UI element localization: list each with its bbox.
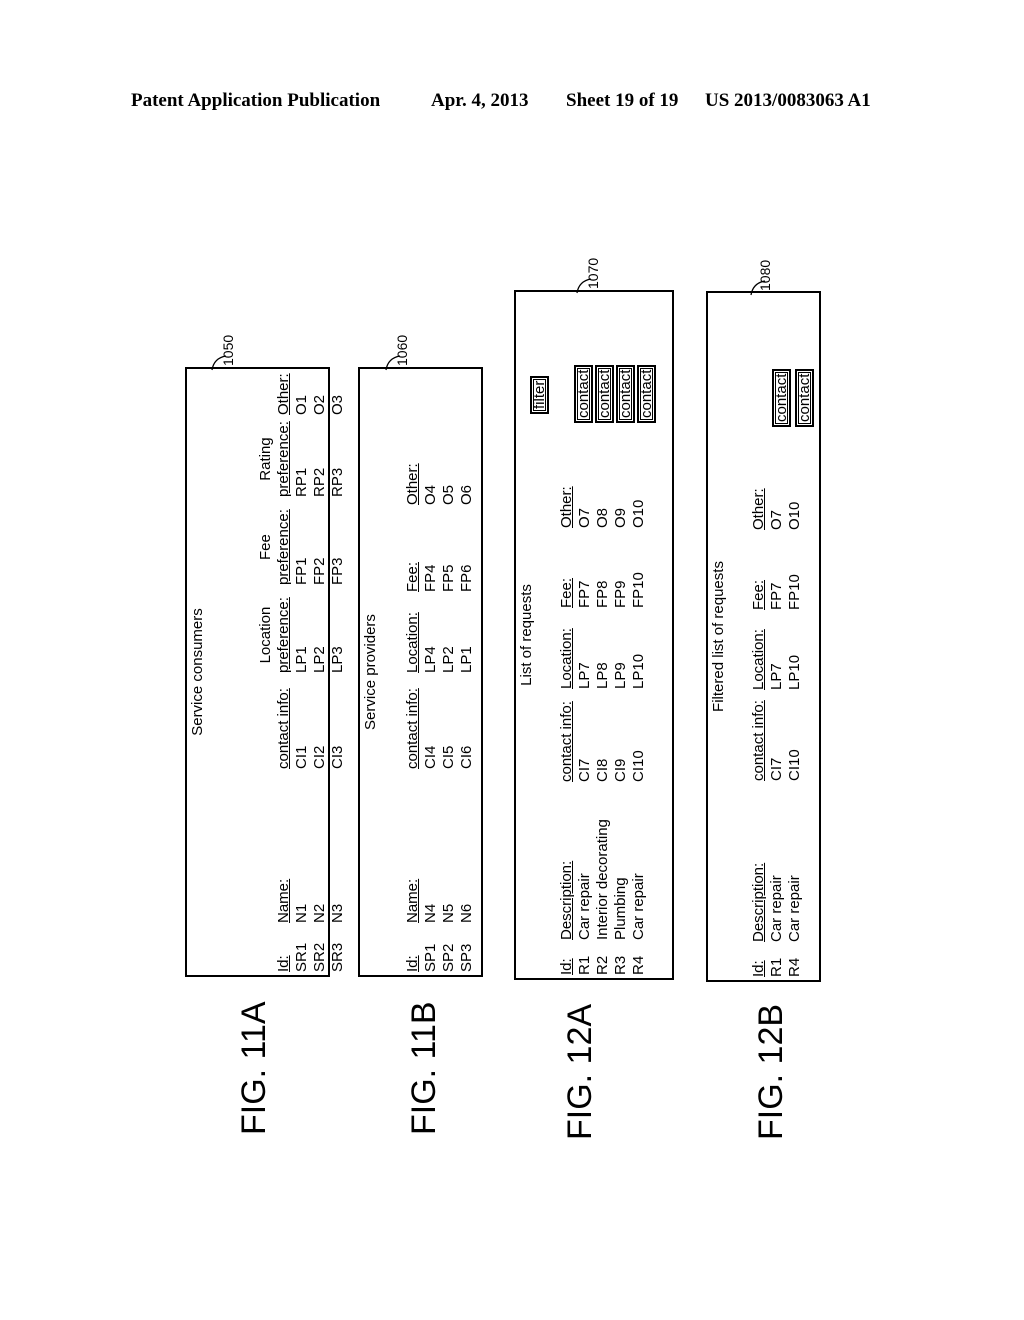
panel-title: Service consumers bbox=[189, 608, 206, 736]
contact-button[interactable]: contact bbox=[574, 364, 593, 423]
reference-numeral-1070: 1070 bbox=[585, 257, 601, 289]
column-location: Location: LP7 LP8 LP9 LP10 bbox=[558, 628, 647, 689]
contact-button[interactable]: contact bbox=[795, 368, 814, 427]
reference-numeral-1050: 1050 bbox=[220, 334, 236, 366]
contact-button[interactable]: contact bbox=[595, 364, 614, 423]
column-other: Other: O1 O2 O3 bbox=[275, 373, 346, 415]
contact-button[interactable]: contact bbox=[616, 364, 635, 423]
column-name: Name: N1 N2 N3 bbox=[275, 878, 346, 923]
column-fee: Fee: FP7 FP10 bbox=[750, 574, 803, 610]
list-of-requests-panel: List of requests Id: R1 R2 R3 R4 Descrip… bbox=[514, 290, 674, 980]
column-other: Other: O4 O5 O6 bbox=[404, 463, 475, 505]
column-contact-info: contact info: CI7 CI10 bbox=[750, 700, 803, 781]
column-other: Other: O7 O10 bbox=[750, 488, 803, 530]
column-location-preference: Location preference: LP1 LP2 LP3 bbox=[257, 597, 346, 673]
column-id: Id: SR1 SR2 SR3 bbox=[275, 942, 346, 972]
column-description: Description: Car repair Car repair bbox=[750, 862, 803, 942]
column-location: Location: LP4 LP2 LP1 bbox=[404, 612, 475, 673]
panel-title: Service providers bbox=[362, 614, 379, 730]
column-description: Description: Car repair Interior decorat… bbox=[558, 819, 647, 940]
service-consumers-panel: Service consumers Id: SR1 SR2 SR3 Name: … bbox=[185, 367, 346, 977]
column-id: Id: R1 R4 bbox=[750, 957, 803, 977]
column-other: Other: O7 O8 O9 O10 bbox=[558, 486, 647, 528]
contact-button[interactable]: contact bbox=[772, 368, 791, 427]
column-fee: Fee: FP4 FP5 FP6 bbox=[404, 561, 475, 592]
publication-date: Apr. 4, 2013 bbox=[431, 90, 529, 111]
sheet-number: Sheet 19 of 19 bbox=[566, 90, 679, 111]
panel-title: Filtered list of requests bbox=[710, 561, 727, 712]
contact-button[interactable]: contact bbox=[637, 364, 656, 423]
column-rating-preference: Rating preference: RP1 RP2 RP3 bbox=[257, 421, 346, 497]
reference-numeral-1060: 1060 bbox=[394, 334, 410, 366]
patent-number: US 2013/0083063 A1 bbox=[705, 90, 871, 111]
column-fee-preference: Fee preference: FP1 FP2 FP3 bbox=[257, 509, 346, 585]
column-contact-info: contact info: CI4 CI5 CI6 bbox=[404, 688, 475, 769]
figure-label-12a: FIG. 12A bbox=[561, 1003, 599, 1140]
column-fee: Fee: FP7 FP8 FP9 FP10 bbox=[558, 572, 647, 608]
column-id: Id: SP1 SP2 SP3 bbox=[404, 943, 475, 972]
column-id: Id: R1 R2 R3 R4 bbox=[558, 955, 647, 975]
filtered-list-of-requests-panel: Filtered list of requests Id: R1 R4 Desc… bbox=[706, 291, 821, 982]
filter-button[interactable]: filter bbox=[530, 375, 549, 414]
column-contact-info: contact info: CI7 CI8 CI9 CI10 bbox=[558, 701, 647, 782]
publication-label: Patent Application Publication bbox=[131, 90, 381, 111]
figure-label-12b: FIG. 12B bbox=[752, 1003, 790, 1140]
service-providers-panel: Service providers Id: SP1 SP2 SP3 Name: … bbox=[358, 367, 483, 977]
figure-label-11b: FIG. 11B bbox=[405, 1001, 443, 1135]
figure-label-11a: FIG. 11A bbox=[235, 1001, 273, 1135]
column-name: Name: N4 N5 N6 bbox=[404, 878, 475, 923]
column-location: Location: LP7 LP10 bbox=[750, 629, 803, 690]
column-contact-info: contact info: CI1 CI2 CI3 bbox=[275, 688, 346, 769]
reference-numeral-1080: 1080 bbox=[757, 259, 773, 291]
